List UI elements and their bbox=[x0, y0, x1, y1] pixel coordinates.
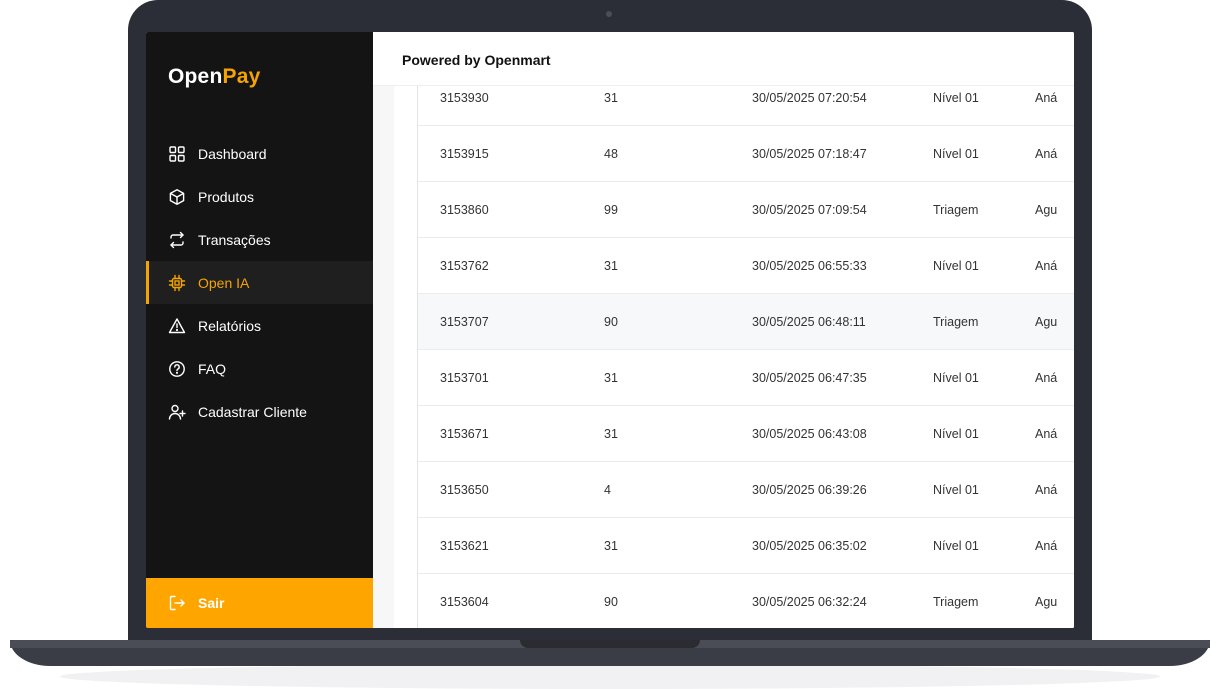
table-row[interactable]: 3153604 90 30/05/2025 06:32:24 Triagem A… bbox=[418, 574, 1074, 628]
sidebar-item-label: Open IA bbox=[198, 274, 250, 291]
logout-button[interactable]: Sair bbox=[146, 578, 373, 628]
topbar: Powered by Openmart bbox=[373, 32, 1074, 86]
cell-id: 3153762 bbox=[440, 258, 489, 273]
cell-count: 31 bbox=[604, 258, 618, 273]
cell-status: Aná bbox=[1035, 146, 1058, 161]
brand-logo: OpenPay bbox=[168, 65, 260, 89]
cell-count: 48 bbox=[604, 146, 618, 161]
data-table: 3153930 31 30/05/2025 07:20:54 Nível 01 … bbox=[417, 86, 1074, 628]
sidebar-item-faq[interactable]: FAQ bbox=[146, 347, 373, 390]
cell-datetime: 30/05/2025 06:48:11 bbox=[752, 314, 866, 329]
cell-status: Aná bbox=[1035, 426, 1058, 441]
table-row[interactable]: 3153860 99 30/05/2025 07:09:54 Triagem A… bbox=[418, 182, 1074, 238]
sidebar-item-label: Produtos bbox=[198, 188, 255, 205]
cell-datetime: 30/05/2025 07:09:54 bbox=[752, 202, 867, 217]
table-row[interactable]: 3153915 48 30/05/2025 07:18:47 Nível 01 … bbox=[418, 126, 1074, 182]
cell-count: 31 bbox=[604, 90, 618, 105]
logout-icon bbox=[168, 594, 186, 612]
cell-datetime: 30/05/2025 06:39:26 bbox=[752, 482, 867, 497]
laptop-notch bbox=[520, 640, 700, 648]
table-row[interactable]: 3153701 31 30/05/2025 06:47:35 Nível 01 … bbox=[418, 350, 1074, 406]
cell-level: Nível 01 bbox=[933, 146, 979, 161]
box-icon bbox=[168, 188, 186, 206]
cell-level: Triagem bbox=[933, 594, 979, 609]
cell-datetime: 30/05/2025 06:55:33 bbox=[752, 258, 867, 273]
cell-id: 3153621 bbox=[440, 538, 489, 553]
help-circle-icon bbox=[168, 360, 186, 378]
cell-id: 3153915 bbox=[440, 146, 489, 161]
cell-datetime: 30/05/2025 06:35:02 bbox=[752, 538, 867, 553]
sidebar-item-relatorios[interactable]: Relatórios bbox=[146, 304, 373, 347]
cell-count: 4 bbox=[604, 482, 611, 497]
cell-status: Aná bbox=[1035, 482, 1058, 497]
sidebar-item-label: Cadastrar Cliente bbox=[198, 403, 307, 420]
cell-level: Nível 01 bbox=[933, 90, 979, 105]
cell-level: Nível 01 bbox=[933, 482, 979, 497]
sidebar-item-label: Relatórios bbox=[198, 317, 262, 334]
cell-count: 31 bbox=[604, 426, 618, 441]
brand-open: Open bbox=[168, 65, 223, 88]
grid-icon bbox=[168, 145, 186, 163]
main-area: Powered by Openmart 3153930 31 30/05/202… bbox=[373, 32, 1074, 628]
user-plus-icon bbox=[168, 403, 186, 421]
swap-arrows-icon bbox=[168, 231, 186, 249]
table-row[interactable]: 3153671 31 30/05/2025 06:43:08 Nível 01 … bbox=[418, 406, 1074, 462]
sidebar-item-label: Dashboard bbox=[198, 145, 267, 162]
page-title: Powered by Openmart bbox=[402, 52, 551, 68]
warning-triangle-icon bbox=[168, 317, 186, 335]
laptop-shadow bbox=[60, 664, 1160, 689]
cell-level: Triagem bbox=[933, 314, 979, 329]
sidebar: OpenPay Dashboard Produtos Transações Op… bbox=[146, 32, 373, 628]
sidebar-nav: Dashboard Produtos Transações Open IA Re… bbox=[146, 132, 373, 433]
screen: OpenPay Dashboard Produtos Transações Op… bbox=[146, 32, 1074, 628]
cell-id: 3153604 bbox=[440, 594, 489, 609]
cell-datetime: 30/05/2025 06:43:08 bbox=[752, 426, 867, 441]
sidebar-item-transacoes[interactable]: Transações bbox=[146, 218, 373, 261]
cell-datetime: 30/05/2025 06:32:24 bbox=[752, 594, 867, 609]
cell-status: Agu bbox=[1035, 314, 1058, 329]
cell-id: 3153650 bbox=[440, 482, 489, 497]
cell-status: Aná bbox=[1035, 370, 1058, 385]
table-row[interactable]: 3153762 31 30/05/2025 06:55:33 Nível 01 … bbox=[418, 238, 1074, 294]
table-row[interactable]: 3153707 90 30/05/2025 06:48:11 Triagem A… bbox=[418, 294, 1074, 350]
cell-count: 31 bbox=[604, 538, 618, 553]
sidebar-item-open-ia[interactable]: Open IA bbox=[146, 261, 373, 304]
cell-datetime: 30/05/2025 07:20:54 bbox=[752, 90, 867, 105]
cell-count: 31 bbox=[604, 370, 618, 385]
cell-status: Agu bbox=[1035, 594, 1058, 609]
logout-label: Sair bbox=[198, 595, 225, 611]
cell-status: Agu bbox=[1035, 202, 1058, 217]
cell-status: Aná bbox=[1035, 90, 1058, 105]
cell-id: 3153707 bbox=[440, 314, 489, 329]
chip-icon bbox=[168, 274, 186, 292]
cell-level: Nível 01 bbox=[933, 258, 979, 273]
sidebar-item-cadastrar-cliente[interactable]: Cadastrar Cliente bbox=[146, 390, 373, 433]
cell-level: Nível 01 bbox=[933, 538, 979, 553]
table-row[interactable]: 3153621 31 30/05/2025 06:35:02 Nível 01 … bbox=[418, 518, 1074, 574]
sidebar-item-dashboard[interactable]: Dashboard bbox=[146, 132, 373, 175]
cell-level: Nível 01 bbox=[933, 370, 979, 385]
camera-icon bbox=[606, 11, 612, 17]
cell-datetime: 30/05/2025 07:18:47 bbox=[752, 146, 867, 161]
cell-status: Aná bbox=[1035, 258, 1058, 273]
cell-id: 3153671 bbox=[440, 426, 489, 441]
cell-datetime: 30/05/2025 06:47:35 bbox=[752, 370, 867, 385]
cell-count: 90 bbox=[604, 594, 618, 609]
cell-status: Aná bbox=[1035, 538, 1058, 553]
table-row[interactable]: 3153930 31 30/05/2025 07:20:54 Nível 01 … bbox=[418, 86, 1074, 126]
cell-count: 90 bbox=[604, 314, 618, 329]
cell-count: 99 bbox=[604, 202, 618, 217]
sidebar-item-label: Transações bbox=[198, 231, 271, 248]
cell-id: 3153701 bbox=[440, 370, 489, 385]
sidebar-item-label: FAQ bbox=[198, 360, 227, 377]
cell-level: Nível 01 bbox=[933, 426, 979, 441]
cell-id: 3153860 bbox=[440, 202, 489, 217]
table-row[interactable]: 3153650 4 30/05/2025 06:39:26 Nível 01 A… bbox=[418, 462, 1074, 518]
cell-level: Triagem bbox=[933, 202, 979, 217]
sidebar-item-produtos[interactable]: Produtos bbox=[146, 175, 373, 218]
brand-pay: Pay bbox=[222, 65, 261, 88]
cell-id: 3153930 bbox=[440, 90, 489, 105]
